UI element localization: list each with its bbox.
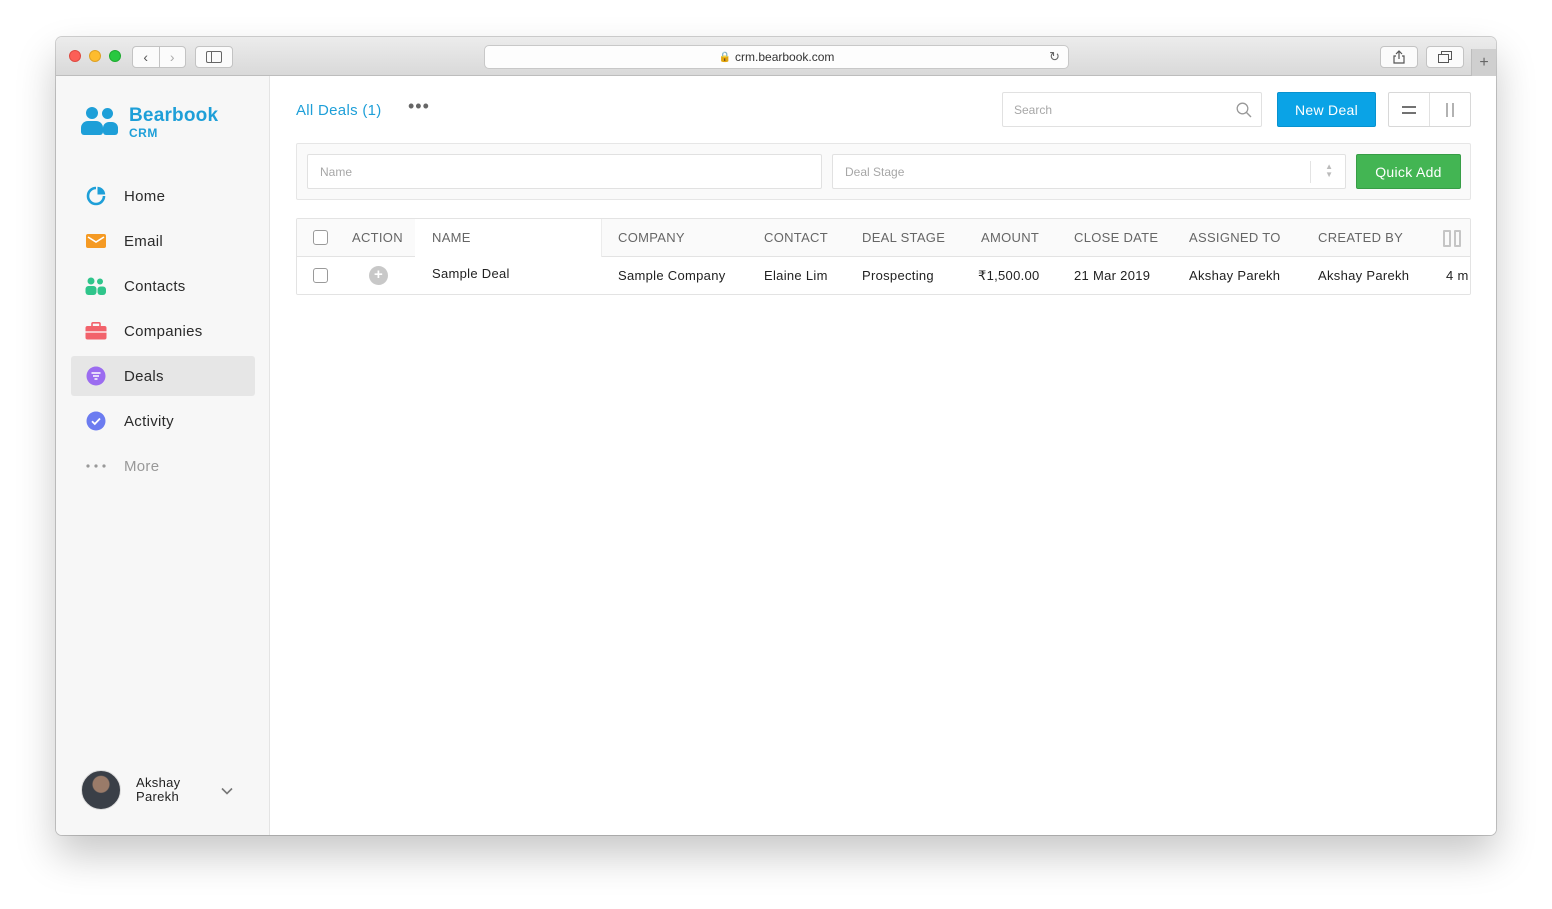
table-row[interactable]: + Sample Deal Sample Company Elaine Lim …: [297, 255, 1470, 294]
deal-filter-icon: [85, 365, 107, 387]
main-content: All Deals (1) ••• New Deal: [271, 76, 1496, 835]
deal-stage-select[interactable]: ▲▼: [832, 154, 1346, 189]
sidebar-item-home[interactable]: Home: [71, 176, 255, 216]
col-header-contact[interactable]: CONTACT: [764, 219, 828, 256]
col-header-assigned-to[interactable]: ASSIGNED TO: [1189, 219, 1281, 256]
search-icon[interactable]: [1236, 102, 1252, 118]
sidebar-item-label: Email: [124, 232, 164, 250]
tabs-icon: [1438, 51, 1452, 63]
browser-window: ‹ › 🔒 crm.bearbook.com ↻ + Bearbook CRM …: [56, 37, 1496, 835]
col-header-company[interactable]: COMPANY: [618, 219, 685, 256]
cell-created-at: 4 m: [1446, 268, 1469, 283]
share-button[interactable]: [1380, 46, 1418, 68]
sidebar-item-label: Deals: [124, 367, 164, 385]
col-header-deal-stage[interactable]: DEAL STAGE: [862, 219, 945, 256]
column-settings-icon[interactable]: [1443, 230, 1461, 247]
minimize-window-button[interactable]: [89, 50, 101, 62]
sidebar-nav: Home Email Contacts Companies Deals Acti…: [71, 176, 255, 491]
ellipsis-icon: [85, 455, 107, 477]
board-view-icon: [1446, 102, 1454, 117]
col-header-amount[interactable]: AMOUNT: [981, 219, 1039, 256]
board-view-button[interactable]: [1429, 93, 1470, 126]
deal-name-link[interactable]: Sample Deal: [432, 255, 510, 292]
reload-icon[interactable]: ↻: [1049, 49, 1060, 65]
sidebar-toggle-button[interactable]: [195, 46, 233, 68]
col-header-close-date[interactable]: CLOSE DATE: [1074, 219, 1158, 256]
sidebar-item-email[interactable]: Email: [71, 221, 255, 261]
sidebar-item-label: Home: [124, 187, 166, 205]
chevron-down-icon[interactable]: [221, 783, 233, 798]
search-box: [1002, 92, 1262, 127]
cell-contact: Elaine Lim: [764, 268, 828, 283]
list-view-icon: [1402, 105, 1416, 114]
new-tab-button[interactable]: +: [1471, 49, 1496, 76]
sidebar-item-contacts[interactable]: Contacts: [71, 266, 255, 306]
sidebar-item-label: Activity: [124, 412, 174, 430]
back-arrow-icon[interactable]: ‹: [133, 47, 159, 67]
lock-icon: 🔒: [718, 51, 732, 63]
list-view-button[interactable]: [1389, 93, 1429, 126]
search-input[interactable]: [1014, 101, 1234, 119]
deal-name-field: [307, 154, 822, 189]
view-selector[interactable]: All Deals (1): [296, 102, 382, 119]
forward-arrow-icon[interactable]: ›: [160, 47, 186, 67]
address-bar[interactable]: 🔒 crm.bearbook.com ↻: [484, 45, 1069, 69]
browser-titlebar: ‹ › 🔒 crm.bearbook.com ↻ +: [56, 37, 1496, 76]
quick-add-button[interactable]: Quick Add: [1356, 154, 1461, 189]
sidebar-icon: [206, 51, 222, 63]
deals-table: ACTION NAME COMPANY CONTACT DEAL STAGE A…: [296, 218, 1471, 295]
user-menu[interactable]: Akshay Parekh: [81, 770, 233, 810]
row-checkbox[interactable]: [313, 268, 328, 283]
deal-stage-input[interactable]: [845, 164, 1306, 180]
table-header: ACTION NAME COMPANY CONTACT DEAL STAGE A…: [297, 219, 1470, 257]
select-all-cell: [313, 219, 328, 256]
envelope-icon: [85, 230, 107, 252]
col-header-action: ACTION: [352, 230, 403, 245]
deal-name-input[interactable]: [320, 164, 782, 180]
share-icon: [1393, 50, 1405, 64]
col-header-created-by[interactable]: CREATED BY: [1318, 219, 1403, 256]
check-circle-icon: [85, 410, 107, 432]
sidebar-item-label: Companies: [124, 322, 203, 340]
cell-assigned-to: Akshay Parekh: [1189, 268, 1281, 283]
row-action-cell: +: [369, 257, 388, 294]
tab-overview-button[interactable]: [1426, 46, 1464, 68]
close-window-button[interactable]: [69, 50, 81, 62]
logo-subtitle: CRM: [129, 125, 158, 140]
view-mode-toggle: [1388, 92, 1471, 127]
cell-company: Sample Company: [618, 268, 726, 283]
add-action-icon[interactable]: +: [369, 266, 388, 285]
pie-chart-icon: [85, 185, 107, 207]
bear-logo-icon: [80, 105, 120, 139]
history-nav: ‹ ›: [132, 46, 186, 68]
sidebar-item-label: More: [124, 457, 160, 475]
select-arrows-icon: ▲ ▼: [1325, 162, 1333, 179]
col-header-name[interactable]: NAME: [432, 219, 471, 256]
divider: [1310, 161, 1311, 183]
briefcase-icon: [85, 320, 107, 342]
avatar: [81, 770, 121, 810]
people-icon: [85, 275, 107, 297]
cell-created-by: Akshay Parekh: [1318, 268, 1410, 283]
new-deal-button[interactable]: New Deal: [1277, 92, 1376, 127]
sidebar-item-companies[interactable]: Companies: [71, 311, 255, 351]
select-all-checkbox[interactable]: [313, 230, 328, 245]
cell-deal-stage: Prospecting: [862, 268, 934, 283]
sidebar-item-more[interactable]: More: [71, 446, 255, 486]
row-select-cell: [313, 257, 328, 294]
sidebar-item-label: Contacts: [124, 277, 186, 295]
cell-amount: ₹1,500.00: [978, 267, 1040, 283]
app-logo[interactable]: Bearbook CRM: [80, 105, 218, 139]
zoom-window-button[interactable]: [109, 50, 121, 62]
app-sidebar: Bearbook CRM Home Email Contacts Compani…: [56, 76, 270, 835]
logo-name: Bearbook: [129, 104, 219, 126]
user-name: Akshay Parekh: [136, 775, 181, 804]
cell-close-date: 21 Mar 2019: [1074, 268, 1151, 283]
url-text: crm.bearbook.com: [735, 50, 835, 64]
sidebar-item-deals[interactable]: Deals: [71, 356, 255, 396]
sidebar-item-activity[interactable]: Activity: [71, 401, 255, 441]
view-options-menu[interactable]: •••: [408, 96, 430, 117]
quick-add-bar: ▲▼ Quick Add: [296, 143, 1471, 200]
